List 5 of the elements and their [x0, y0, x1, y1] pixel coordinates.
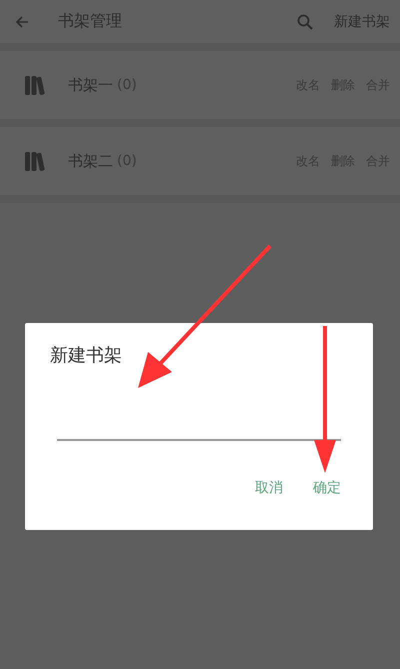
- dialog-button[interactable]: 确定: [313, 477, 341, 499]
- dialog-title: 新建书架: [50, 344, 123, 367]
- back-arrow-icon: [14, 14, 30, 30]
- dialog-button[interactable]: 取消: [255, 477, 283, 499]
- search-icon: [296, 12, 314, 30]
